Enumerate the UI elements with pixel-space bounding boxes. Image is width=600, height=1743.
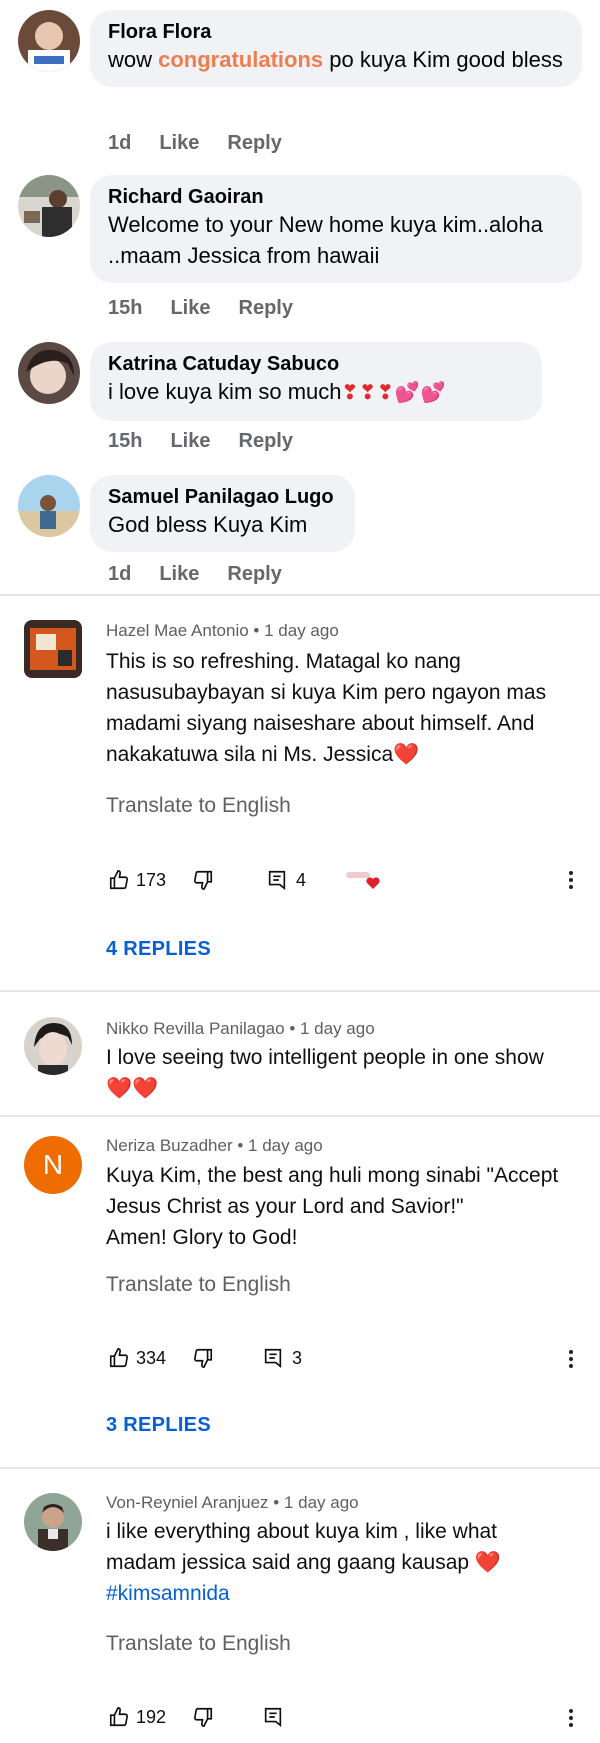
reply-button[interactable]: Reply [227, 563, 281, 586]
author-name[interactable]: Hazel Mae Antonio [106, 621, 249, 640]
avatar[interactable] [24, 1493, 82, 1551]
avatar[interactable] [18, 342, 80, 404]
like-count: 173 [136, 869, 167, 890]
like-button[interactable]: 192 [108, 1706, 166, 1728]
replies-button[interactable]: 4 [266, 869, 306, 891]
reply-button[interactable]: Reply [239, 430, 293, 453]
comment-text: Welcome to your New home kuya kim..aloha… [108, 212, 543, 268]
replies-button[interactable] [262, 1706, 284, 1728]
translate-link[interactable]: Translate to English [106, 794, 291, 818]
avatar[interactable] [18, 10, 80, 72]
replies-button[interactable]: 3 [262, 1347, 302, 1369]
thumbs-down-icon [194, 1348, 213, 1368]
author-name[interactable]: Neriza Buzadher [106, 1136, 233, 1155]
comment-actions: 15h Like Reply [108, 430, 293, 453]
more-options-icon[interactable] [568, 1706, 574, 1730]
thumbs-down-icon [194, 870, 213, 890]
highlight-text: congratulations [158, 47, 324, 72]
view-replies-link[interactable]: 3 REPLIES [106, 1414, 211, 1437]
more-options-icon[interactable] [568, 1347, 574, 1371]
comment-meta: Von-Reyniel Aranjuez • 1 day ago [106, 1493, 359, 1512]
view-replies-link[interactable]: 4 REPLIES [106, 938, 211, 961]
like-count: 334 [136, 1347, 167, 1368]
comment-bubble: Richard Gaoiran Welcome to your New home… [90, 175, 582, 283]
comment-time: 15h [108, 430, 143, 452]
like-button[interactable]: Like [159, 132, 199, 155]
commenter-name[interactable]: Katrina Catuday Sabuco [108, 352, 524, 376]
comment-age: 1 day ago [248, 1136, 323, 1155]
thumbs-up-icon [109, 1348, 129, 1368]
comment-actions: 1d Like Reply [108, 132, 282, 155]
avatar[interactable] [24, 620, 82, 678]
comment-text: I love seeing two intelligent people in … [106, 1042, 576, 1104]
comment-icon [264, 1707, 282, 1727]
more-options-icon[interactable] [568, 868, 574, 892]
comment-actions: 334 3 [108, 1347, 302, 1369]
author-name[interactable]: Von-Reyniel Aranjuez [106, 1493, 269, 1512]
creator-heart-badge [346, 869, 380, 891]
heart-emoji: ❤️ [393, 743, 420, 766]
like-button[interactable]: Like [159, 563, 199, 586]
comment-time: 1d [108, 563, 132, 585]
dislike-button[interactable] [192, 1347, 214, 1369]
divider [0, 1467, 600, 1469]
like-button[interactable]: Like [170, 430, 210, 453]
hashtag-link[interactable]: #kimsamnida [106, 1578, 546, 1609]
thumbs-up-icon [109, 1707, 129, 1727]
heart-emoji: ❤️❤️ [106, 1077, 159, 1100]
divider [0, 594, 600, 596]
comment-actions: 173 4 [108, 869, 380, 891]
heart-emoji: ❤️ [474, 1551, 502, 1574]
comment-actions: 1d Like Reply [108, 563, 282, 586]
comment-meta: Hazel Mae Antonio • 1 day ago [106, 621, 339, 640]
reply-button[interactable]: Reply [227, 132, 281, 155]
commenter-name[interactable]: Flora Flora [108, 20, 564, 44]
comment-icon [268, 870, 286, 890]
reply-count: 4 [296, 869, 307, 890]
comment-age: 1 day ago [283, 1493, 359, 1512]
like-button[interactable]: Like [170, 297, 210, 320]
comment-text: This is so refreshing. Matagal ko nang n… [106, 650, 547, 766]
comment-text: Kuya Kim, the best ang huli mong sinabi … [106, 1164, 559, 1249]
like-count: 192 [136, 1706, 167, 1727]
thumbs-up-icon [109, 870, 129, 890]
dislike-button[interactable] [192, 1706, 214, 1728]
commenter-name[interactable]: Richard Gaoiran [108, 185, 564, 209]
like-button[interactable]: 173 [108, 869, 166, 891]
comment-bubble: Katrina Catuday Sabuco i love kuya kim s… [90, 342, 542, 421]
avatar[interactable] [18, 475, 80, 537]
commenter-name[interactable]: Samuel Panilagao Lugo [108, 485, 337, 509]
comment-bubble: Samuel Panilagao Lugo God bless Kuya Kim [90, 475, 355, 552]
comment-icon [264, 1348, 282, 1368]
avatar-letter: N [42, 1149, 64, 1180]
comment-text: wow congratulations po kuya Kim good ble… [108, 47, 563, 72]
comment-age: 1 day ago [264, 621, 339, 640]
comment-text: God bless Kuya Kim [108, 512, 308, 537]
reply-button[interactable]: Reply [239, 297, 293, 320]
avatar[interactable]: N [24, 1136, 82, 1194]
thumbs-down-icon [194, 1707, 213, 1727]
comment-actions: 192 [108, 1706, 284, 1728]
avatar[interactable] [24, 1017, 82, 1075]
avatar[interactable] [18, 175, 80, 237]
comment-meta: Nikko Revilla Panilagao • 1 day ago [106, 1019, 375, 1038]
translate-link[interactable]: Translate to English [106, 1273, 291, 1297]
like-button[interactable]: 334 [108, 1347, 166, 1369]
divider [0, 1115, 600, 1117]
comment-age: 1 day ago [300, 1019, 375, 1038]
comment-text: i love kuya kim so much❣❣❣💕💕 [108, 379, 447, 404]
comment-actions: 15h Like Reply [108, 297, 293, 320]
reply-count: 3 [292, 1347, 303, 1368]
divider [0, 990, 600, 992]
translate-link[interactable]: Translate to English [106, 1632, 291, 1656]
dislike-button[interactable] [192, 869, 214, 891]
comment-time: 15h [108, 297, 143, 319]
author-name[interactable]: Nikko Revilla Panilagao [106, 1019, 285, 1038]
creator-heart-icon [346, 872, 380, 889]
comment-text: i like everything about kuya kim , like … [106, 1516, 546, 1609]
heart-emoji: ❣❣❣💕💕 [341, 382, 447, 404]
comment-time: 1d [108, 132, 132, 154]
comment-meta: Neriza Buzadher • 1 day ago [106, 1136, 323, 1155]
comment-bubble: Flora Flora wow congratulations po kuya … [90, 10, 582, 87]
